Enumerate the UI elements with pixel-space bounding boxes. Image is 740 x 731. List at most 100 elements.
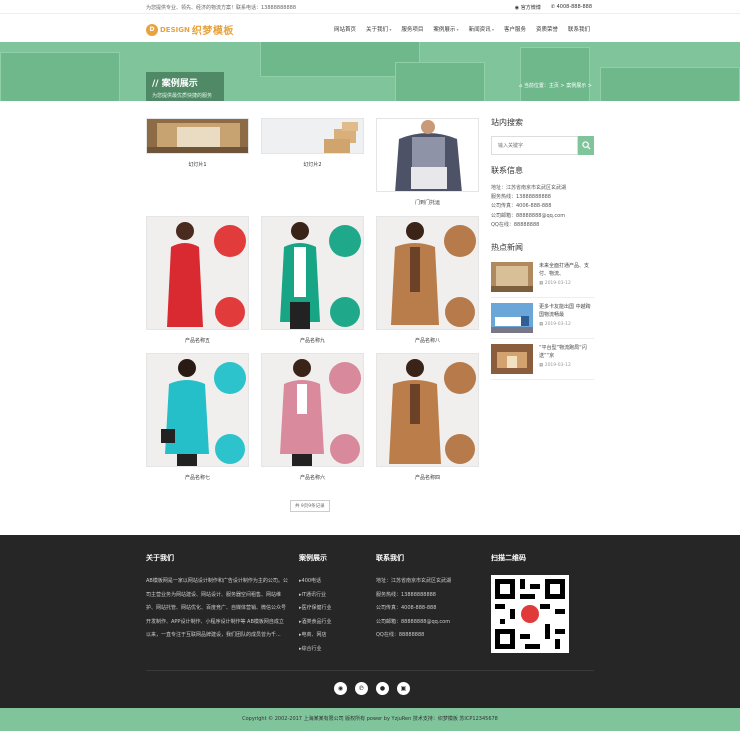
sidebar: 站内搜索 联系信息 地址：江苏省南京市玄武区玄武湖 服务热线：138888888…: [491, 117, 594, 381]
header: D DESIGN 织梦模板 网站首页 关于我们 服务项目 案例展示 新闻资讯 客…: [0, 14, 740, 42]
footer-about: 关于我们 AB模板网是一家以网站设计制作和广告设计制作为主的公司。公司主营业务为…: [146, 553, 288, 643]
logo-mark-icon: D: [146, 23, 158, 36]
nav-item-customer-service[interactable]: 客户服务: [504, 25, 526, 33]
footer-case-link[interactable]: IT通讯行业: [299, 589, 369, 603]
search-button[interactable]: [578, 136, 594, 155]
case-card[interactable]: 幻灯片1: [146, 118, 249, 168]
qr-code-icon: [495, 579, 565, 649]
case-image[interactable]: [261, 216, 364, 330]
footer-cases-title: 案例展示: [299, 554, 327, 562]
footer-qr: 扫描二维码: [491, 553, 569, 653]
contact-line: 服务热线：13888888888: [491, 194, 551, 201]
footer-case-link[interactable]: 400电话: [299, 575, 369, 589]
case-image[interactable]: [376, 216, 479, 330]
search-title: 站内搜索: [491, 118, 523, 127]
nav-item-cases[interactable]: 案例展示: [433, 25, 458, 33]
main-nav: 网站首页 关于我们 服务项目 案例展示 新闻资讯 客户服务 资质荣誉 联系我们: [334, 25, 590, 33]
footer-case-link[interactable]: 综合行业: [299, 643, 369, 657]
nav-item-news[interactable]: 新闻资讯: [469, 25, 494, 33]
search-box: [491, 136, 594, 155]
banner-box-shape: [395, 62, 485, 101]
footer-contact-line: QQ在线：88888888: [376, 632, 425, 638]
contact-info: 地址：江苏省南京市玄武区玄武湖 服务热线：13888888888 公司传真：40…: [491, 184, 594, 230]
calendar-icon: ▦: [539, 322, 544, 328]
breadcrumb[interactable]: ⌂ 当前位置：主页 > 案例展示 >: [519, 82, 592, 89]
footer-about-text: AB模板网是一家以网站设计制作和广告设计制作为主的公司。公司主营业务为网站建设、…: [146, 578, 288, 638]
search-input[interactable]: [491, 136, 578, 155]
case-image[interactable]: [376, 353, 479, 467]
footer-qr-title: 扫描二维码: [491, 554, 526, 562]
case-caption: 产品名称五: [184, 338, 210, 344]
case-caption: 产品名称七: [184, 475, 210, 481]
weibo-icon: ◉: [514, 5, 520, 11]
contact-line: 公司邮箱：88888888@qq.com: [491, 212, 566, 219]
case-card[interactable]: 产品名称七: [146, 353, 249, 481]
news-thumbnail[interactable]: [491, 344, 533, 375]
copyright-text: Copyright © 2002-2017 上海某某有限公司 版权所有 powe…: [242, 716, 498, 722]
case-caption: 产品名称八: [414, 338, 440, 344]
case-caption: 门到门托运: [414, 200, 440, 206]
banner-box-shape: [520, 47, 590, 101]
footer-contact-line: 地址：江苏省南京市玄武区玄武湖: [376, 578, 452, 584]
news-link[interactable]: 更多卡友能出国 中越跨国物流畅最: [539, 303, 594, 319]
case-card[interactable]: 产品名称五: [146, 216, 249, 344]
pinterest-icon[interactable]: ℗: [355, 682, 368, 695]
news-link[interactable]: “平台型”物流跑局“闪送”“京: [539, 344, 594, 360]
search-icon: [581, 141, 591, 150]
page-title: // 案例展示: [152, 79, 198, 89]
nav-item-contact[interactable]: 联系我们: [568, 25, 590, 33]
nav-item-about[interactable]: 关于我们: [366, 25, 391, 33]
nav-item-honors[interactable]: 资质荣誉: [536, 25, 558, 33]
case-card[interactable]: 产品名称八: [376, 216, 479, 344]
contact-line: 公司传真：4006-888-888: [491, 203, 552, 210]
banner-title-box: // 案例展示 为您提供最优质快捷的服务: [146, 72, 224, 101]
news-thumbnail[interactable]: [491, 303, 533, 334]
footer-case-link[interactable]: 电商、网店: [299, 629, 369, 643]
case-card[interactable]: 门到门托运: [376, 118, 479, 206]
footer-contact-line: 公司传真：4008-888-888: [376, 605, 437, 611]
case-caption: 产品名称六: [299, 475, 325, 481]
footer-divider: [146, 670, 594, 671]
logo[interactable]: D DESIGN 织梦模板: [146, 22, 234, 37]
news-thumbnail[interactable]: [491, 262, 533, 293]
footer-contact-line: 服务热线：13888888888: [376, 591, 436, 598]
qq-icon[interactable]: ●: [376, 682, 389, 695]
case-image[interactable]: [146, 353, 249, 467]
banner-box-shape: [600, 67, 740, 101]
banner-box-shape: [0, 52, 120, 101]
case-card[interactable]: 产品名称四: [376, 353, 479, 481]
footer: 关于我们 AB模板网是一家以网站设计制作和广告设计制作为主的公司。公司主营业务为…: [0, 535, 740, 708]
contact-line: 地址：江苏省南京市玄武区玄武湖: [491, 185, 567, 191]
weibo-icon[interactable]: ◉: [334, 682, 347, 695]
page-subtitle: 为您提供最优质快捷的服务: [152, 93, 213, 99]
copyright-bar: Copyright © 2002-2017 上海某某有限公司 版权所有 powe…: [0, 708, 740, 731]
weibo-link[interactable]: ◉ 官方微博: [515, 4, 541, 11]
case-image[interactable]: [146, 118, 249, 154]
case-caption: 幻灯片1: [188, 162, 207, 168]
footer-case-link[interactable]: 酒类食品行业: [299, 616, 369, 630]
footer-case-link[interactable]: 医疗保健行业: [299, 602, 369, 616]
phone-link[interactable]: ✆ 4008-888-888: [551, 4, 592, 11]
news-item[interactable]: 未来全面打通产品、支付、物流、 ▦ 2019-03-12: [491, 257, 594, 299]
case-image[interactable]: [261, 118, 364, 154]
social-links: ◉ ℗ ● ▣: [334, 682, 410, 695]
case-card[interactable]: 产品名称六: [261, 353, 364, 481]
footer-about-title: 关于我们: [146, 554, 174, 562]
nav-item-home[interactable]: 网站首页: [334, 25, 356, 33]
case-image[interactable]: [146, 216, 249, 330]
nav-item-services[interactable]: 服务项目: [401, 25, 423, 33]
page-banner: // 案例展示 为您提供最优质快捷的服务 ⌂ 当前位置：主页 > 案例展示 >: [0, 42, 740, 101]
news-link[interactable]: 未来全面打通产品、支付、物流、: [539, 262, 594, 278]
footer-contact: 联系我们 地址：江苏省南京市玄武区玄武湖 服务热线：13888888888 公司…: [376, 553, 486, 643]
news-item[interactable]: 更多卡友能出国 中越跨国物流畅最 ▦ 2019-03-12: [491, 298, 594, 340]
case-card[interactable]: 产品名称九: [261, 216, 364, 344]
case-caption: 产品名称九: [299, 338, 325, 344]
case-image[interactable]: [376, 118, 479, 192]
case-image[interactable]: [261, 353, 364, 467]
news-item[interactable]: “平台型”物流跑局“闪送”“京 ▦ 2019-03-12: [491, 339, 594, 381]
calendar-icon: ▦: [539, 363, 544, 369]
case-card[interactable]: 幻灯片2: [261, 118, 364, 168]
cart-icon[interactable]: ▣: [397, 682, 410, 695]
contact-title: 联系信息: [491, 166, 523, 175]
footer-contact-line: 公司邮箱：88888888@qq.com: [376, 618, 451, 625]
